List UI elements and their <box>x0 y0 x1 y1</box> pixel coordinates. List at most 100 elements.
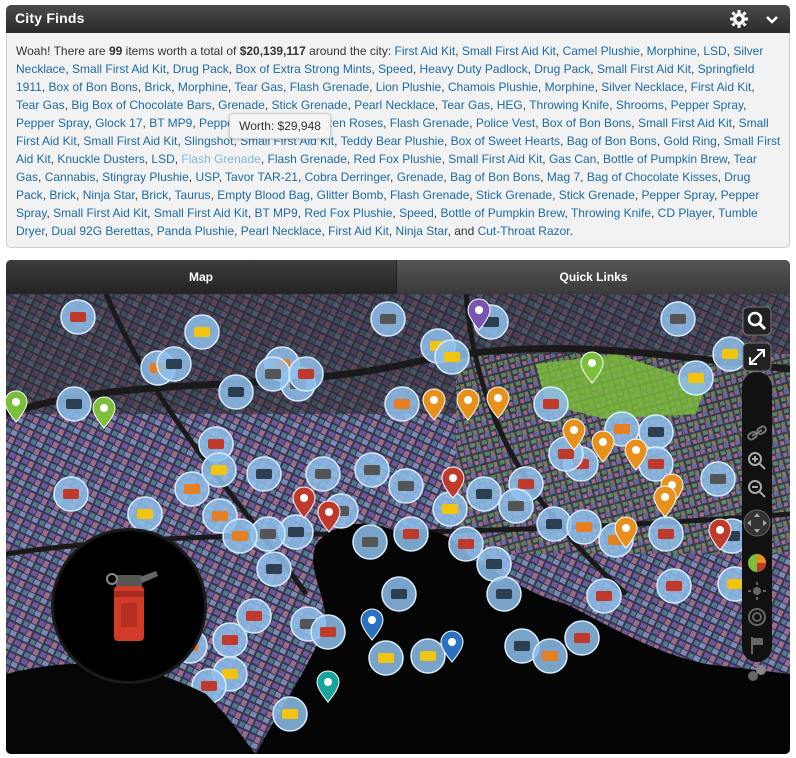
item-link[interactable]: Panda Plushie <box>157 224 234 238</box>
item-link[interactable]: Heavy Duty Padlock <box>420 62 528 76</box>
find-marker[interactable] <box>222 518 258 554</box>
item-link[interactable]: Ninja Star <box>396 224 448 238</box>
item-link[interactable]: LSD <box>703 44 726 58</box>
item-link[interactable]: Tear Gas <box>234 80 283 94</box>
item-link[interactable]: First Aid Kit <box>328 224 389 238</box>
item-link[interactable]: Bag of Chocolate Kisses <box>587 170 718 184</box>
gear-icon[interactable] <box>729 9 749 29</box>
item-link[interactable]: Police Vest <box>476 116 535 130</box>
find-marker[interactable] <box>184 314 220 350</box>
item-link[interactable]: Drug Pack <box>534 62 590 76</box>
item-link[interactable]: Bottle of Pumpkin Brew <box>603 152 727 166</box>
find-marker[interactable] <box>368 640 404 676</box>
item-link[interactable]: Chamois Plushie <box>448 80 538 94</box>
zoom-in-icon[interactable] <box>742 446 772 476</box>
item-link[interactable]: CD Player <box>658 206 712 220</box>
find-marker[interactable] <box>156 346 192 382</box>
link-icon[interactable] <box>742 418 772 448</box>
target-icon[interactable] <box>742 602 772 632</box>
item-link[interactable]: Small First Aid Kit <box>597 62 691 76</box>
find-marker[interactable] <box>256 551 292 587</box>
item-link[interactable]: Cobra Derringer <box>305 170 390 184</box>
item-link[interactable]: First Aid Kit <box>691 80 752 94</box>
item-link[interactable]: HEG <box>497 98 523 112</box>
search-icon[interactable] <box>742 306 772 336</box>
find-marker[interactable] <box>498 488 534 524</box>
item-link[interactable]: Grenade <box>397 170 444 184</box>
item-link[interactable]: Empty Blood Bag <box>217 188 310 202</box>
item-link[interactable]: Stick Grenade <box>559 188 635 202</box>
item-link[interactable]: Tear Gas <box>441 98 490 112</box>
item-link[interactable]: Gold Ring <box>663 134 716 148</box>
find-marker[interactable] <box>352 524 388 560</box>
find-marker[interactable] <box>384 386 420 422</box>
item-link[interactable]: Small First Aid Kit <box>154 206 248 220</box>
find-marker[interactable] <box>305 456 341 492</box>
item-link[interactable]: Brick <box>49 188 76 202</box>
item-link[interactable]: USP <box>195 170 218 184</box>
find-marker[interactable] <box>476 546 512 582</box>
item-link[interactable]: Small First Aid Kit <box>72 62 166 76</box>
item-link[interactable]: Small First Aid Kit <box>83 134 177 148</box>
item-link[interactable]: Speed <box>378 62 413 76</box>
item-link[interactable]: Box of Sweet Hearts <box>451 134 560 148</box>
item-link[interactable]: Mag 7 <box>547 170 580 184</box>
item-link[interactable]: Small First Aid Kit <box>462 44 556 58</box>
item-link[interactable]: Tear Gas <box>16 98 65 112</box>
find-marker[interactable] <box>564 620 600 656</box>
item-link[interactable]: Shrooms <box>616 98 664 112</box>
item-link[interactable]: Big Box of Chocolate Bars <box>71 98 211 112</box>
find-marker[interactable] <box>678 360 714 396</box>
item-link[interactable]: Lion Plushie <box>376 80 441 94</box>
item-link[interactable]: Small First Aid Kit <box>448 152 542 166</box>
find-marker[interactable] <box>53 476 89 512</box>
item-link[interactable]: Silver Necklace <box>601 80 684 94</box>
item-link[interactable]: Bag of Bon Bons <box>567 134 657 148</box>
find-marker[interactable] <box>381 576 417 612</box>
item-link[interactable]: Ninja Star <box>83 188 135 202</box>
item-link[interactable]: Gas Can <box>549 152 596 166</box>
item-link[interactable]: Grenade <box>218 98 265 112</box>
item-link[interactable]: Pepper Spray <box>641 188 714 202</box>
item-link[interactable]: LSD <box>151 152 174 166</box>
find-marker[interactable] <box>466 476 502 512</box>
item-link[interactable]: Flash Grenade <box>390 188 469 202</box>
item-link[interactable]: Flash Grenade <box>267 152 346 166</box>
find-marker[interactable] <box>56 386 92 422</box>
item-link[interactable]: Pearl Necklace <box>241 224 322 238</box>
find-marker[interactable] <box>410 638 446 674</box>
find-marker[interactable] <box>648 516 684 552</box>
item-link[interactable]: Tavor TAR-21 <box>225 170 298 184</box>
find-marker[interactable] <box>255 356 291 392</box>
find-marker[interactable] <box>388 468 424 504</box>
item-link[interactable]: Teddy Bear Plushie <box>341 134 444 148</box>
item-link[interactable]: Throwing Knife <box>571 206 651 220</box>
find-marker[interactable] <box>660 301 696 337</box>
find-marker[interactable] <box>700 461 736 497</box>
item-link[interactable]: Stick Grenade <box>476 188 552 202</box>
find-marker[interactable] <box>393 516 429 552</box>
flag-icon[interactable] <box>742 630 772 660</box>
find-marker[interactable] <box>127 496 163 532</box>
item-link[interactable]: Drug Pack <box>173 62 229 76</box>
find-marker[interactable] <box>536 506 572 542</box>
circles-icon[interactable] <box>742 658 772 688</box>
find-marker[interactable] <box>656 568 692 604</box>
find-marker[interactable] <box>60 299 96 335</box>
find-marker[interactable] <box>310 614 346 650</box>
item-link[interactable]: Pearl Necklace <box>354 98 435 112</box>
find-marker[interactable] <box>370 301 406 337</box>
tab-map[interactable]: Map <box>6 260 396 294</box>
item-link[interactable]: Small First Aid Kit <box>638 116 732 130</box>
pan-control-icon[interactable] <box>742 508 772 538</box>
item-link[interactable]: Brick <box>141 188 168 202</box>
item-link[interactable]: Pepper Spray <box>16 116 89 130</box>
find-marker[interactable] <box>272 696 308 732</box>
item-link[interactable]: Red Fox Plushie <box>304 206 392 220</box>
item-link[interactable]: Red Fox Plushie <box>354 152 442 166</box>
item-link[interactable]: Bottle of Pumpkin Brew <box>440 206 564 220</box>
item-link[interactable]: First Aid Kit <box>395 44 456 58</box>
find-marker[interactable] <box>201 452 237 488</box>
item-link[interactable]: Bag of Bon Bons <box>450 170 540 184</box>
find-marker[interactable] <box>434 339 470 375</box>
